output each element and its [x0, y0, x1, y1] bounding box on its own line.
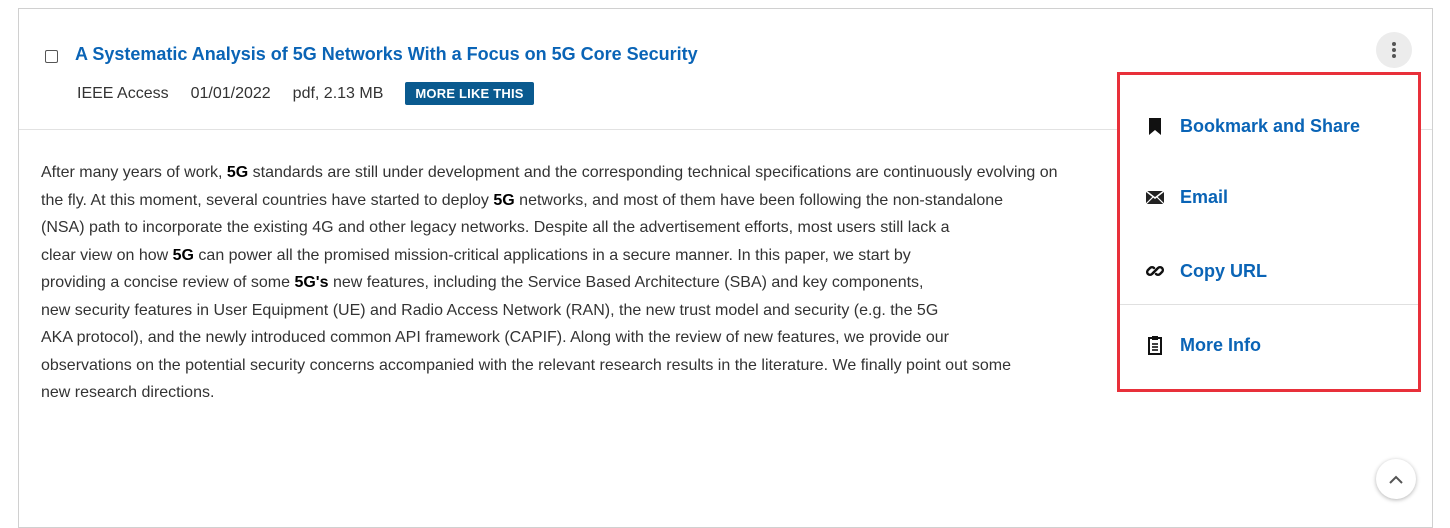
abstract-segment: After many years of work, — [41, 164, 227, 181]
abstract-segment: standards are still under development an… — [248, 164, 1058, 181]
abstract-segment: observations on the potential security c… — [41, 356, 1011, 374]
result-title-link[interactable]: A Systematic Analysis of 5G Networks Wit… — [75, 44, 698, 65]
kebab-menu-icon — [1392, 42, 1396, 58]
abstract-segment: new security features in User Equipment … — [41, 301, 939, 319]
abstract-highlight: 5G's — [294, 274, 329, 291]
select-result-checkbox[interactable] — [45, 50, 58, 63]
more-like-this-button[interactable]: MORE LIKE THIS — [405, 82, 534, 105]
menu-item-more-info[interactable]: More Info — [1144, 334, 1261, 356]
menu-item-email[interactable]: Email — [1144, 186, 1228, 208]
menu-item-label: Email — [1180, 186, 1229, 207]
menu-item-label: More Info — [1180, 334, 1261, 355]
abstract-segment: AKA protocol), and the newly introduced … — [41, 329, 949, 346]
journal-name: IEEE Access — [77, 84, 169, 102]
abstract-highlight: 5G — [172, 246, 194, 264]
menu-item-label: Copy URL — [1180, 260, 1267, 281]
menu-item-copy-url[interactable]: Copy URL — [1144, 260, 1267, 282]
link-icon — [1144, 260, 1166, 282]
publication-date: 01/01/2022 — [190, 84, 271, 102]
abstract-segment: can power all the promised mission-criti… — [193, 246, 911, 264]
menu-item-label: Bookmark and Share — [1180, 115, 1361, 136]
abstract-segment: the fly. At this moment, several countri… — [41, 191, 494, 209]
abstract-segment: new features, including the Service Base… — [328, 274, 924, 291]
collapse-abstract-button[interactable] — [1376, 459, 1416, 499]
abstract-segment: providing a concise review of some — [41, 274, 295, 291]
file-info: pdf, 2.13 MB — [292, 84, 384, 102]
options-dropdown-menu: Bookmark and Share Email Copy URL More I… — [1117, 72, 1421, 392]
menu-item-bookmark-share[interactable]: Bookmark and Share — [1144, 115, 1360, 137]
more-options-button[interactable] — [1376, 32, 1412, 68]
chevron-up-icon — [1389, 475, 1403, 484]
abstract-highlight: 5G — [226, 164, 249, 181]
bookmark-icon — [1144, 115, 1166, 137]
abstract-highlight: 5G — [493, 191, 515, 209]
result-meta: IEEE Access 01/01/2022 pdf, 2.13 MB MORE… — [77, 82, 534, 105]
abstract-segment: networks, and most of them have been fol… — [514, 191, 1004, 209]
abstract-segment: clear view on how — [41, 246, 173, 264]
menu-divider — [1120, 304, 1418, 305]
abstract-segment: new research directions. — [41, 384, 215, 401]
clipboard-icon — [1144, 334, 1166, 356]
envelope-icon — [1144, 186, 1166, 208]
abstract-segment: (NSA) path to incorporate the existing 4… — [41, 219, 950, 236]
